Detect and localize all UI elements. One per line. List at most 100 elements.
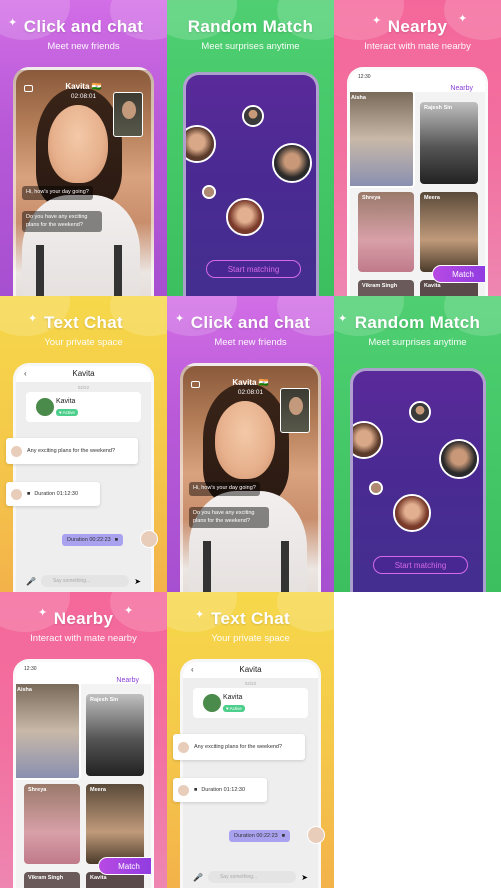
user-tile[interactable]: Meera [420,192,478,272]
caption-subtitle: Meet surprises anytime [368,337,467,348]
user-tile[interactable]: Rajesh Sin [86,694,144,776]
status-clock: 12:30 [358,74,371,80]
message-bubble: Any exciting plans for the weekend? [173,734,305,760]
video-call-icon: ■ [281,833,286,839]
mic-icon[interactable]: 🎤 [193,873,203,882]
avatar[interactable] [393,494,431,532]
avatar[interactable] [202,185,216,199]
self-preview[interactable] [113,92,143,137]
caption-title: Text Chat [211,609,290,628]
caption-title: Nearby [387,17,448,36]
avatar[interactable] [409,401,431,423]
profile-name: Kavita [223,694,243,701]
send-icon[interactable]: ➤ [134,577,141,586]
input-bar: 🎤 Say something... ➤ [26,574,141,588]
tab-nearby[interactable]: Nearby [450,85,473,92]
chat-bubble: Do you have any exciting plans for the w… [189,507,269,528]
avatar [307,826,325,844]
caption-title: Random Match [187,17,314,36]
start-matching-button[interactable]: Start matching [206,260,301,278]
message-bubble: Any exciting plans for the weekend? [6,438,138,464]
status-badge: ♥ Active [223,705,245,712]
user-tile[interactable]: Meera [86,784,144,864]
profile-card[interactable]: Kavita ♥ Active [26,392,141,422]
match-button[interactable]: Match [432,265,485,283]
video-call-icon: ■ [194,787,198,793]
caller-name: Kavita 🇮🇳 [65,82,102,91]
back-icon[interactable]: ‹ [24,366,27,382]
user-tile[interactable]: Vikram Singh [24,872,80,888]
caption-title: Random Match [354,313,481,332]
card-text-chat: ✦ Text Chat Your private space ‹ Kavita 0… [167,592,334,888]
tab-nearby[interactable]: Nearby [116,677,139,684]
phone-nearby: 12:30 Nearby Aisha Rajesh Sin Shreya Mee… [13,659,154,888]
phone-video-chat: Kavita 🇮🇳 02:08:01 Hi, how's your day go… [180,363,321,592]
input-bar: 🎤 Say something... ➤ [193,870,308,884]
avatar [177,783,190,797]
avatar[interactable] [186,125,216,163]
avatar[interactable] [369,481,383,495]
match-button[interactable]: Match [98,857,151,875]
phone-text-chat: ‹ Kavita 02/22 Kavita ♥ Active [180,659,321,888]
profile-card[interactable]: Kavita ♥ Active [193,688,308,718]
send-icon[interactable]: ➤ [301,873,308,882]
mic-icon[interactable]: 🎤 [26,577,36,586]
avatar[interactable] [226,198,264,236]
video-face [215,401,275,479]
video-call-icon: ■ [27,491,31,497]
user-tile[interactable]: Shreya [358,192,414,272]
message-input[interactable]: Say something... [40,575,130,587]
caller-name: Kavita 🇮🇳 [232,378,269,387]
chat-bubble: Do you have any exciting plans for the w… [22,211,102,232]
phone-text-chat: ‹ Kavita 02/22 Kavita ♥ Active [13,363,154,592]
video-face [48,105,108,183]
back-icon[interactable]: ‹ [191,662,194,678]
call-record-sent: Duration 00:22:23 ■ [229,830,291,842]
user-tile[interactable]: Aisha [350,90,415,188]
card-nearby: ✦ ✦ Nearby Interact with mate nearby 12:… [0,592,167,888]
call-record-sent: Duration 00:22:23 ■ [62,534,124,546]
caption-title: Nearby [53,609,114,628]
avatar [10,444,23,458]
chat-header: ‹ Kavita [16,366,151,382]
screenshot-grid: ✦ Click and chat Meet new friends Kavita… [0,0,501,888]
caption-title: Click and chat [23,17,144,36]
avatar [177,740,190,754]
status-badge: ♥ Active [56,409,78,416]
chat-date: 02/22 [77,385,90,390]
call-record: ■ Duration 01:12:30 [6,482,100,506]
card-random-match: Random Match Meet surprises anytime Star… [167,0,334,296]
avatar [10,487,23,501]
avatar[interactable] [242,105,264,127]
caption-subtitle: Meet new friends [214,337,287,348]
status-clock: 12:30 [24,666,37,672]
chat-bubble: Hi, how's your day going? [22,186,93,200]
user-tile[interactable]: Shreya [24,784,80,864]
video-call-icon: ■ [114,537,119,543]
user-tile[interactable]: Vikram Singh [358,280,414,296]
phone-video-chat: Kavita 🇮🇳 02:08:01 Hi, how's your day go… [13,67,154,296]
caption-subtitle: Meet new friends [47,41,120,52]
phone-random-match: Start matching [350,368,486,592]
user-tile[interactable]: Rajesh Sin [420,102,478,184]
avatar[interactable] [353,421,383,459]
avatar [35,397,55,417]
call-record: ■ Duration 01:12:30 [173,778,267,802]
user-tile[interactable]: Aisha [16,682,81,780]
start-matching-button[interactable]: Start matching [373,556,468,574]
phone-random-match: Start matching [183,72,319,296]
caption-subtitle: Your private space [211,633,290,644]
card-random-match: ✦ Random Match Meet surprises anytime St… [334,296,501,592]
message-input[interactable]: Say something... [207,871,297,883]
avatar[interactable] [272,143,312,183]
card-click-and-chat: ✦ Click and chat Meet new friends Kavita… [0,0,167,296]
self-preview[interactable] [280,388,310,433]
avatar[interactable] [439,439,479,479]
caption-subtitle: Interact with mate nearby [364,41,471,52]
chat-bubble: Hi, how's your day going? [189,482,260,496]
card-text-chat: ✦ Text Chat Your private space ‹ Kavita 0… [0,296,167,592]
caption-subtitle: Your private space [44,337,123,348]
phone-nearby: 12:30 Nearby Aisha Rajesh Sin Shreya Mee… [347,67,488,296]
profile-name: Kavita [56,398,76,405]
card-click-and-chat: ✦ Click and chat Meet new friends Kavita… [167,296,334,592]
